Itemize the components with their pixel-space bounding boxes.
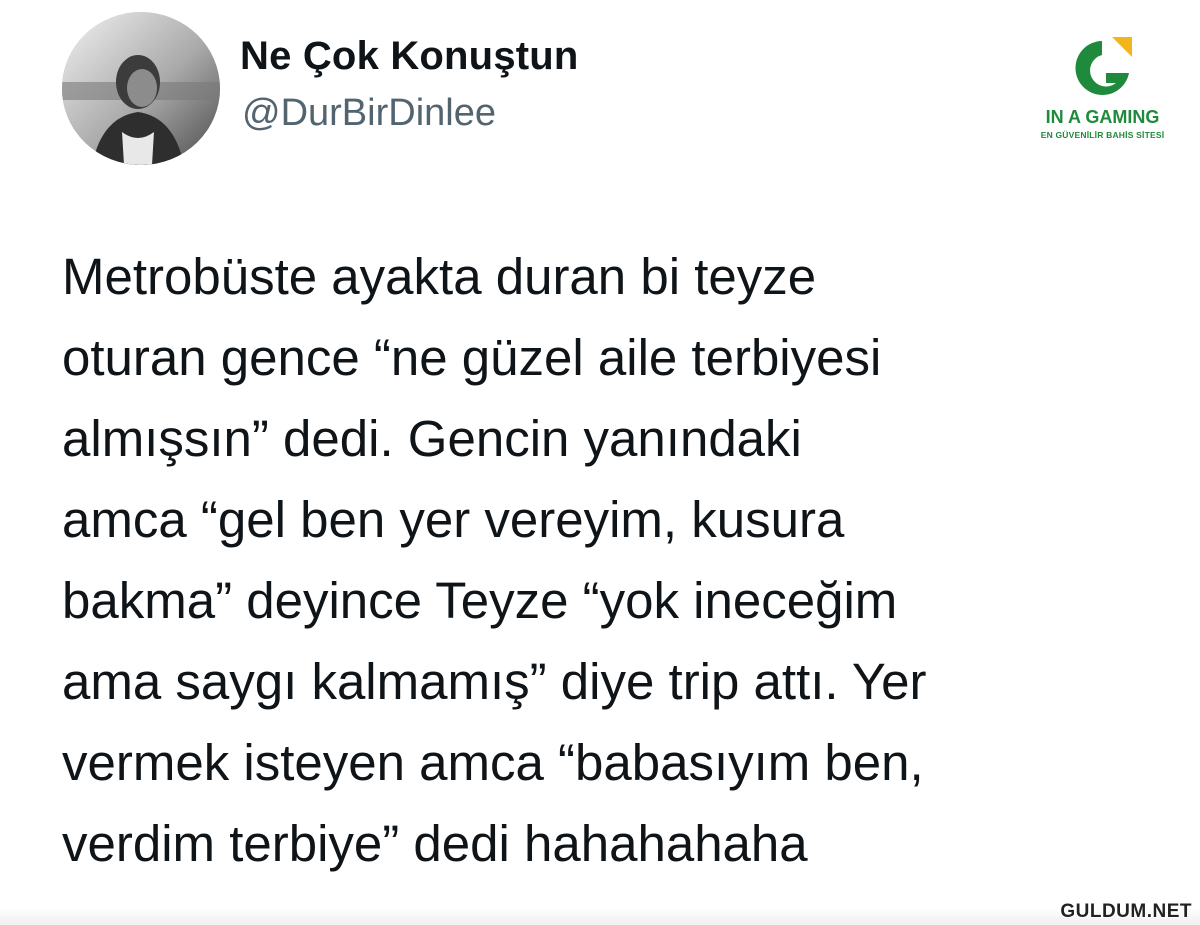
tweet-text-line: almışsın” dedi. Gencin yanındaki <box>62 410 802 467</box>
tweet-text-line: Metrobüste ayakta duran bi teyze <box>62 248 817 305</box>
tweet-text-line: ama saygı kalmamış” diye trip attı. Yer <box>62 653 927 710</box>
logo-subtitle: EN GÜVENİLİR BAHİS SİTESİ <box>1040 130 1165 140</box>
tweet-text-line: verdim terbiye” dedi hahahahaha <box>62 815 808 872</box>
tweet-screenshot: Ne Çok Konuştun @DurBirDinlee IN A GAMIN… <box>0 0 1200 925</box>
site-watermark: GULDUM.NET <box>1060 901 1192 922</box>
g-logo-icon <box>1075 37 1132 95</box>
profile-photo-icon <box>62 12 220 165</box>
bottom-fade <box>0 907 1200 925</box>
logo-title: IN A GAMING <box>1045 107 1160 127</box>
gaming-watermark-logo: IN A GAMING EN GÜVENİLİR BAHİS SİTESİ <box>1030 33 1175 151</box>
tweet-text: Metrobüste ayakta duran bi teyze oturan … <box>62 236 1122 884</box>
tweet-text-line: vermek isteyen amca “babasıyım ben, <box>62 734 924 791</box>
tweet-text-line: bakma” deyince Teyze “yok ineceğim <box>62 572 898 629</box>
tweet-text-line: amca “gel ben yer vereyim, kusura <box>62 491 845 548</box>
display-name[interactable]: Ne Çok Konuştun <box>240 34 579 79</box>
tweet-text-line: oturan gence “ne güzel aile terbiyesi <box>62 329 882 386</box>
avatar[interactable] <box>62 12 220 165</box>
user-handle[interactable]: @DurBirDinlee <box>242 92 496 135</box>
